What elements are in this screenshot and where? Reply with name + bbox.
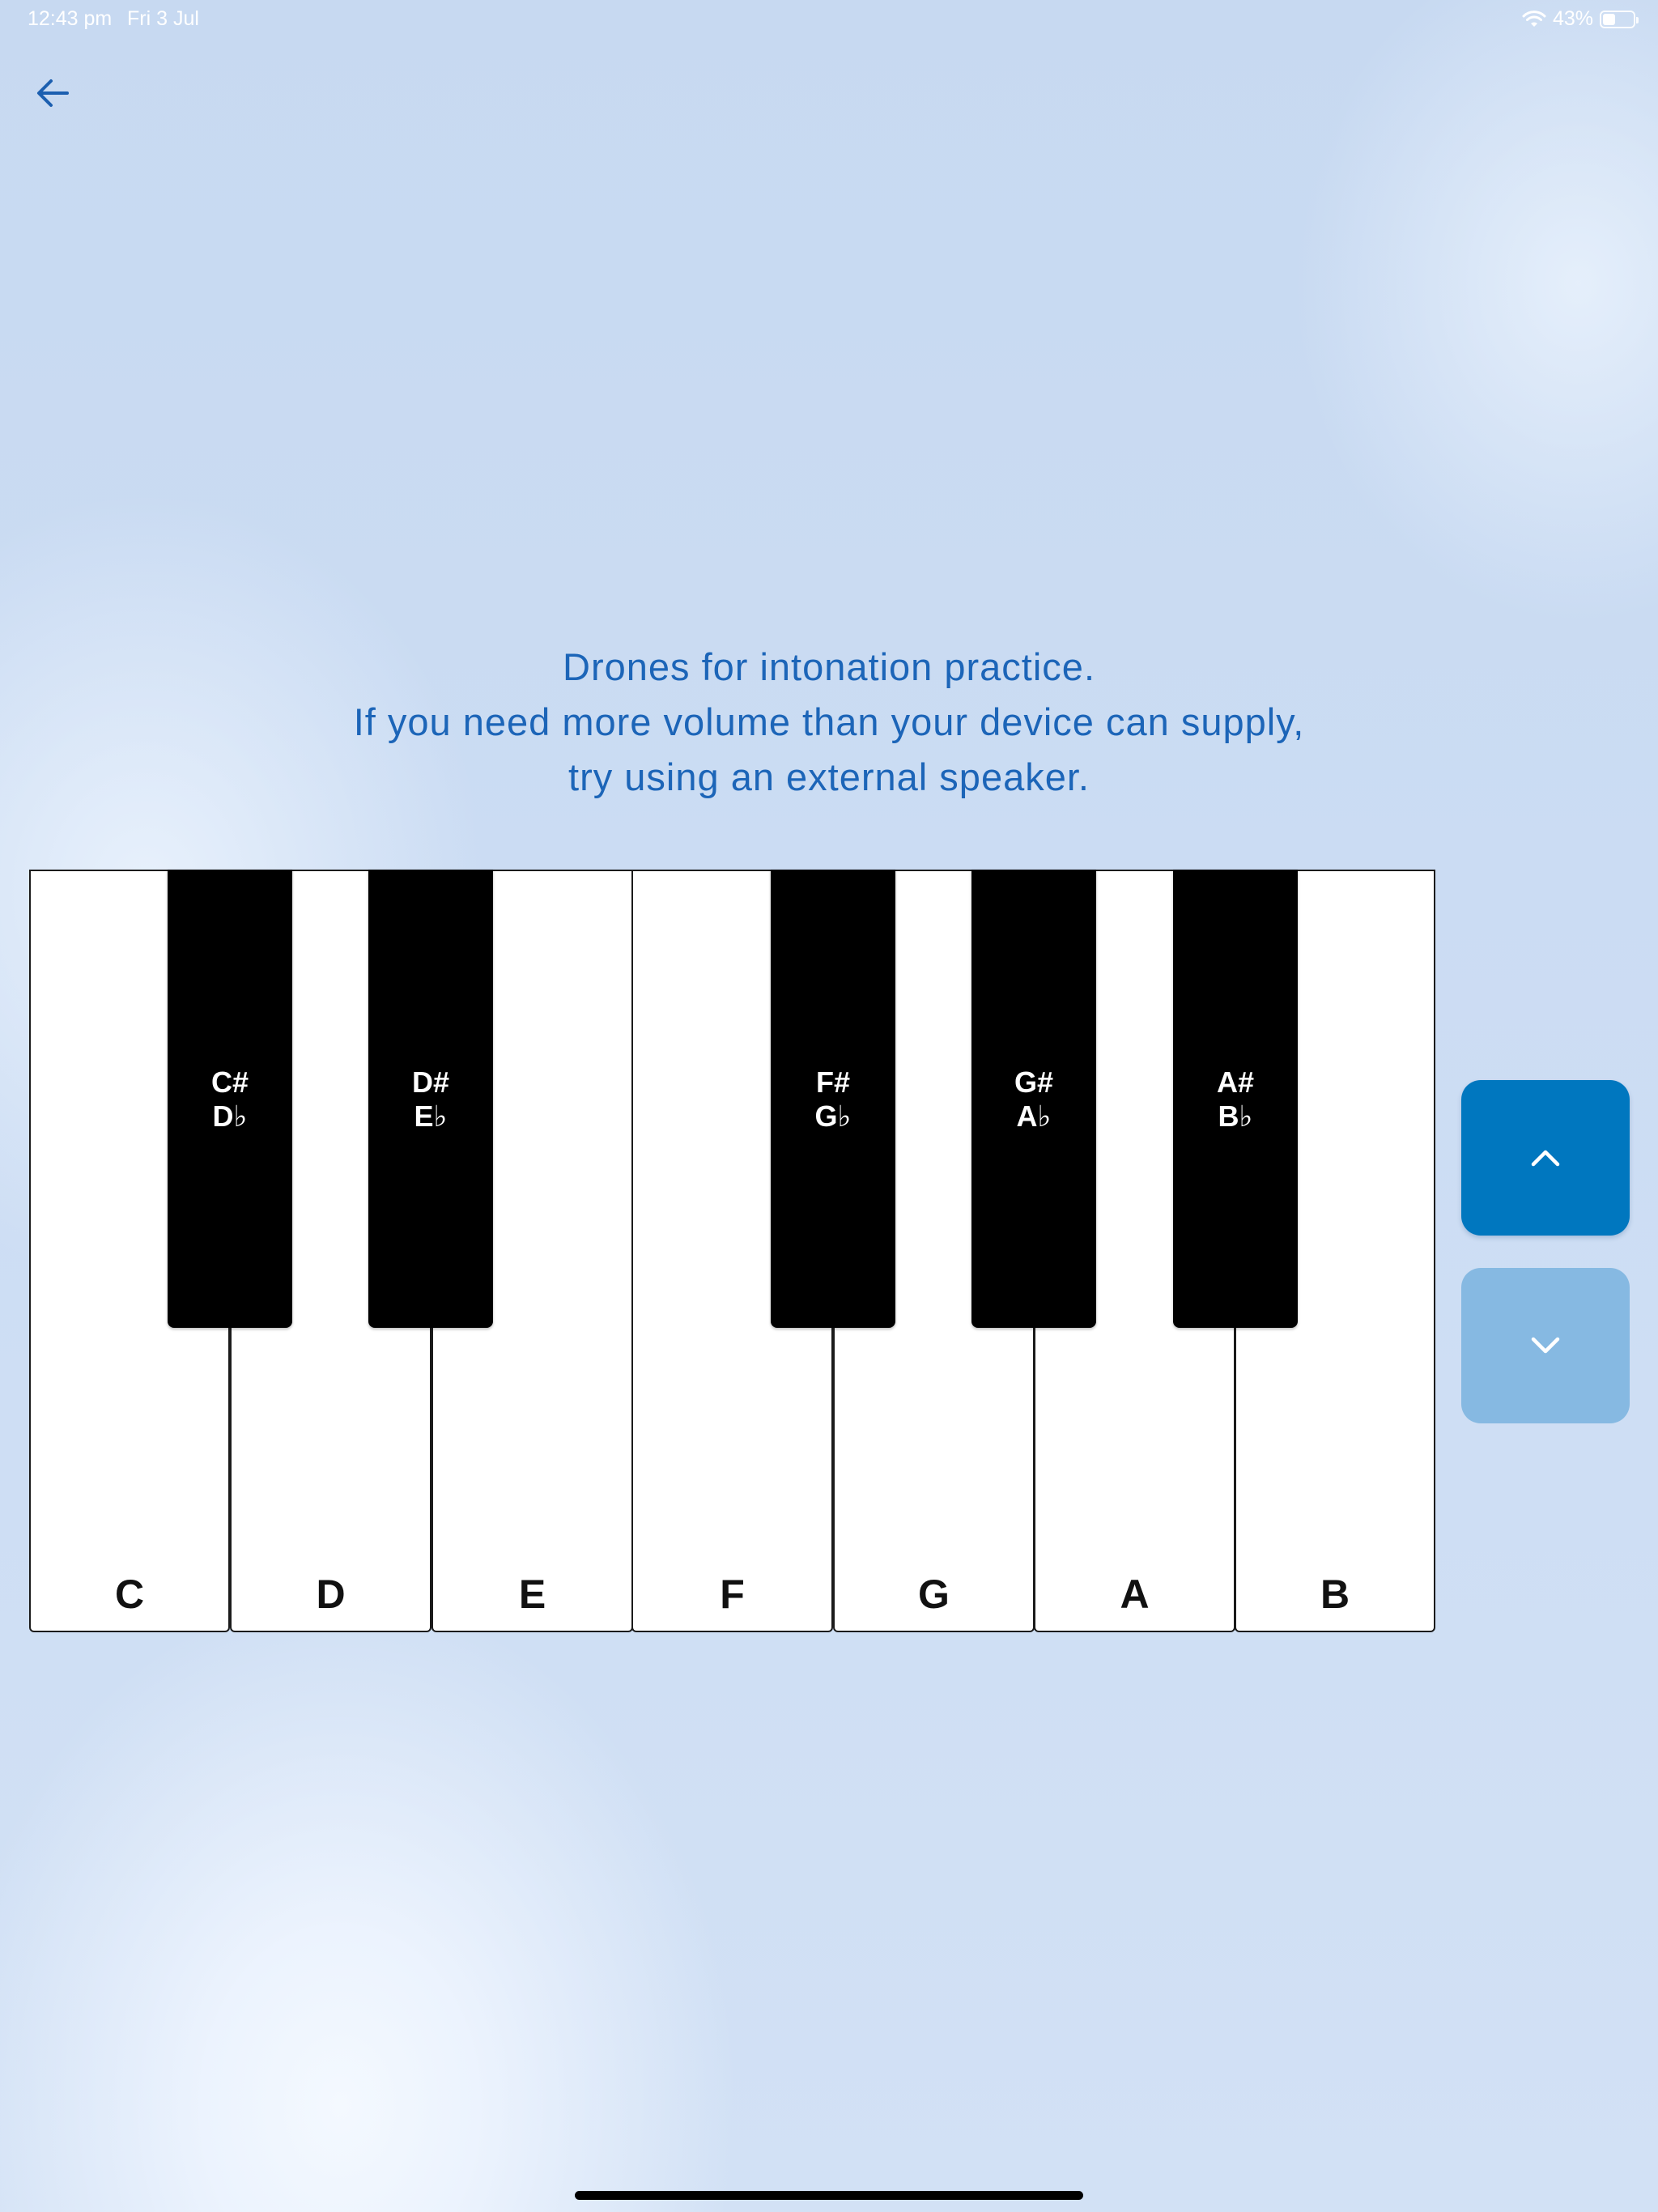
arrow-left-icon [37, 79, 69, 107]
sharp-name: G# [1014, 1066, 1054, 1099]
intro-line-1: Drones for intonation practice. [563, 645, 1095, 688]
sharp-name: D# [411, 1066, 450, 1099]
black-key-label: G# A♭ [971, 1066, 1096, 1134]
chevron-down-icon [1531, 1337, 1560, 1354]
flat-name: B♭ [1218, 1100, 1253, 1133]
black-key-label: F# G♭ [771, 1066, 895, 1134]
flat-name: G♭ [814, 1100, 852, 1133]
black-key-c-sharp[interactable]: C# D♭ [168, 870, 292, 1328]
white-key-label: G [918, 1572, 950, 1617]
black-key-f-sharp[interactable]: F# G♭ [771, 870, 895, 1328]
battery-percent: 43% [1552, 7, 1593, 30]
chevron-up-icon [1531, 1150, 1560, 1167]
white-key-label: C [114, 1572, 145, 1617]
back-button[interactable] [24, 65, 81, 121]
white-key-label: A [1120, 1572, 1150, 1617]
flat-name: E♭ [414, 1100, 448, 1133]
octave-down-button[interactable] [1461, 1268, 1630, 1423]
status-bar: 12:43 pm Fri 3 Jul 43% [0, 0, 1658, 39]
sharp-name: F# [815, 1066, 850, 1099]
flat-name: D♭ [212, 1100, 248, 1133]
white-key-label: D [316, 1572, 346, 1617]
sharp-name: C# [210, 1066, 249, 1099]
black-key-label: D# E♭ [368, 1066, 493, 1134]
black-key-a-sharp[interactable]: A# B♭ [1173, 870, 1298, 1328]
status-indicators: 43% [1522, 7, 1639, 31]
piano-keyboard: C D E F G A B C# D♭ D# E♭ F# G♭ G# A♭ A#… [29, 870, 1435, 1632]
home-indicator[interactable] [575, 2191, 1083, 2200]
status-time: 12:43 pm [28, 7, 113, 30]
wifi-icon [1522, 10, 1546, 28]
sharp-name: A# [1216, 1066, 1255, 1099]
white-key-label: E [518, 1572, 546, 1617]
white-key-label: B [1320, 1572, 1350, 1617]
intro-message: Drones for intonation practice. If you n… [0, 640, 1658, 805]
intro-line-2: If you need more volume than your device… [353, 700, 1305, 743]
black-key-label: A# B♭ [1173, 1066, 1298, 1134]
status-date: Fri 3 Jul [127, 7, 199, 30]
white-key-label: F [720, 1572, 745, 1617]
black-key-g-sharp[interactable]: G# A♭ [971, 870, 1096, 1328]
octave-up-button[interactable] [1461, 1080, 1630, 1236]
battery-level-fill [1603, 13, 1615, 25]
black-key-label: C# D♭ [168, 1066, 292, 1134]
black-key-d-sharp[interactable]: D# E♭ [368, 870, 493, 1328]
flat-name: A♭ [1016, 1100, 1052, 1133]
intro-line-3: try using an external speaker. [568, 755, 1090, 798]
battery-icon [1600, 10, 1639, 28]
